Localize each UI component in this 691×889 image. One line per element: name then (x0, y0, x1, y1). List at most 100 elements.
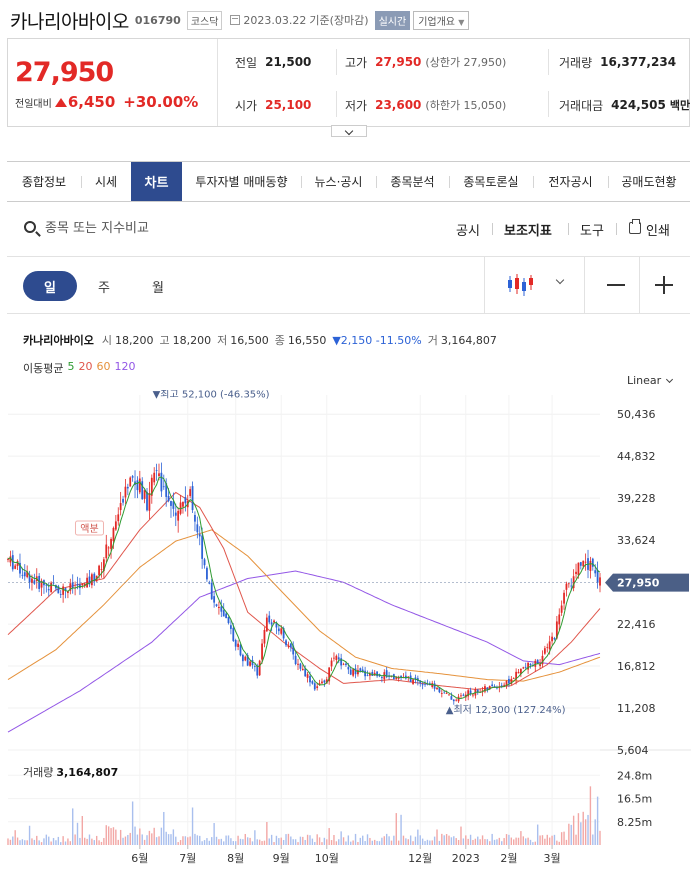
current-price-label: 27,950 (617, 577, 660, 590)
candle-body (81, 583, 84, 586)
zoom-in-icon[interactable] (655, 276, 673, 294)
candle-body (114, 521, 117, 530)
volume-bar (275, 835, 278, 845)
period-day-button[interactable]: 일 (23, 271, 77, 301)
candle-body (76, 583, 79, 586)
legend-volume: 3,164,807 (440, 333, 497, 347)
volume-bar (189, 836, 191, 845)
notice-button[interactable]: 공시 (456, 220, 480, 239)
tab-analysis[interactable]: 종목분석 (376, 162, 449, 201)
volume-bar (148, 830, 151, 845)
period-week-button[interactable]: 주 (77, 271, 131, 301)
print-button[interactable]: 인쇄 (646, 220, 670, 239)
printer-icon[interactable] (629, 219, 641, 234)
volume-bar (560, 832, 563, 845)
volume-bar (91, 838, 93, 845)
candle-body (594, 570, 597, 574)
volume-bar (64, 841, 67, 845)
current-price-panel: 27,950 전일대비 6,450 +30.00% (8, 39, 218, 126)
tab-investor-trend[interactable]: 투자자별 매매동향 (182, 162, 301, 201)
volume-bar (93, 840, 95, 845)
volume-bar (105, 825, 107, 845)
candle-body (558, 614, 561, 625)
ma-label: 이동평균 (23, 362, 64, 375)
volume-bar (278, 838, 280, 845)
chevron-down-icon[interactable] (665, 375, 674, 384)
price-chart[interactable]: 50,436 44,832 39,228 33,624 22,416 16,812 11,2… (0, 390, 691, 889)
volume-bar (383, 836, 385, 845)
tab-discussion[interactable]: 종목토론실 (449, 162, 533, 201)
tab-quotes[interactable]: 시세 (81, 162, 131, 201)
candle-body (306, 674, 309, 678)
indicator-button[interactable]: 보조지표 (504, 220, 552, 239)
volume-bar (184, 836, 187, 845)
change-percent: +30.00% (123, 93, 199, 111)
candle-body (342, 663, 345, 665)
volume-bar (52, 838, 55, 845)
candle-body (158, 473, 160, 477)
price-change-row: 전일대비 6,450 +30.00% (15, 93, 198, 111)
tab-disclosure[interactable]: 전자공시 (533, 162, 608, 201)
volume-bar (19, 840, 21, 845)
volume-bar (527, 837, 529, 845)
tools-button[interactable]: 도구 (580, 220, 604, 239)
volume-bar (287, 833, 290, 845)
volume-bar (79, 837, 81, 845)
volume-bar (328, 828, 330, 845)
volume-bar (587, 814, 589, 845)
volume-bar (24, 840, 26, 845)
volume-bar (244, 833, 246, 845)
candlestick-type-icon[interactable] (506, 272, 536, 298)
expand-quotes-button[interactable] (331, 125, 367, 137)
volume-bar (572, 815, 575, 845)
compare-search-input[interactable] (45, 217, 265, 239)
candle-body (277, 628, 280, 632)
volume-bar (311, 838, 314, 845)
scale-type-select[interactable]: Linear (627, 374, 661, 387)
volume-bar (227, 835, 230, 845)
volume-bar (223, 841, 225, 845)
candle-body (126, 486, 129, 489)
quote-prev-label: 전일 (235, 55, 258, 70)
volume-bar (584, 819, 587, 845)
period-month-button[interactable]: 월 (131, 271, 185, 301)
tab-short-selling[interactable]: 공매도현황 (608, 162, 690, 201)
tab-chart[interactable]: 차트 (131, 162, 182, 201)
candle-body (548, 641, 551, 650)
volume-bar (270, 834, 273, 845)
volume-bar (371, 840, 374, 845)
divider (336, 91, 337, 117)
volume-bar (268, 838, 270, 845)
volume-bar (165, 831, 167, 845)
zoom-out-icon[interactable] (607, 284, 625, 286)
volume-bar (548, 837, 551, 845)
live-badge[interactable]: 실시간 (374, 10, 411, 30)
volume-bar (242, 839, 244, 845)
candle-body (229, 625, 232, 629)
candle-body (560, 605, 563, 613)
candle-body (239, 644, 242, 656)
tab-news[interactable]: 뉴스·공시 (301, 162, 376, 201)
volume-bar (498, 837, 501, 845)
volume-bar (431, 840, 433, 845)
volume-bar (117, 839, 119, 845)
candle-body (218, 606, 220, 608)
candle-body (177, 510, 180, 521)
volume-bar (570, 824, 572, 845)
volume-bar (57, 836, 60, 845)
tab-overview[interactable]: 종합정보 (7, 162, 81, 201)
chevron-down-icon[interactable] (555, 275, 565, 285)
volume-bar (450, 837, 453, 845)
company-info-dropdown[interactable]: 기업개요 ▼ (413, 10, 470, 30)
candle-body (107, 547, 110, 549)
search-icon[interactable] (24, 221, 36, 233)
volume-bar (215, 836, 218, 845)
divider (616, 223, 617, 235)
quote-open-value: 25,100 (265, 98, 312, 112)
month-label: 2023 (452, 852, 480, 865)
candle-body (280, 628, 283, 634)
market-badge: 코스닥 (186, 10, 223, 30)
volume-bar (357, 842, 359, 845)
volume-bar (115, 829, 117, 845)
candle-body (376, 671, 379, 677)
